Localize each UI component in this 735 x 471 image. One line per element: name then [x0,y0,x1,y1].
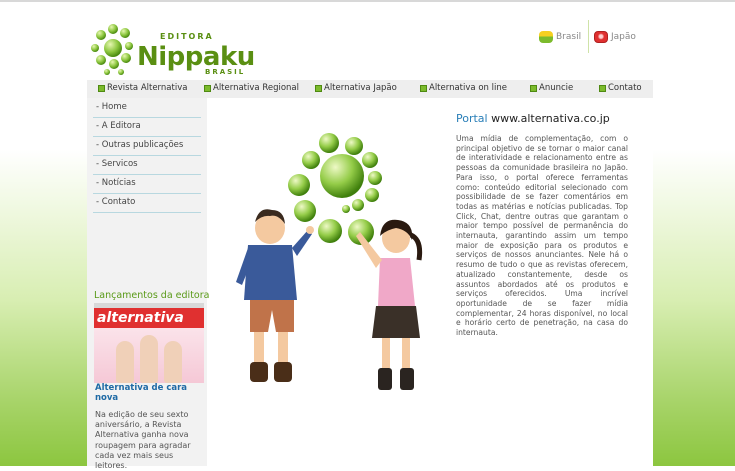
logo-top-text: EDITORA [160,32,214,41]
language-japao-label: Japão [611,32,636,42]
nav-item-label: Contato [608,83,642,93]
japan-flag-icon [594,31,608,43]
page-title: Portal www.alternativa.co.jp [456,112,628,125]
sidebar-item-home[interactable]: - Home [93,100,201,118]
nav-item-revista-alternativa[interactable]: Revista Alternativa [98,83,187,93]
page-title-site: www.alternativa.co.jp [491,112,610,125]
sidebar: - Home - A Editora - Outras publicações … [87,98,210,470]
logo-bottom-text: BRASIL [205,68,246,76]
cover-person [140,335,158,383]
site-logo[interactable]: EDITORA Nippaku BRASIL [87,16,255,78]
page-container: EDITORA Nippaku BRASIL Brasil Japão Revi… [87,2,653,470]
page-title-prefix: Portal [456,112,488,125]
nav-item-label: Alternativa Regional [213,83,299,93]
nav-item-label: Revista Alternativa [107,83,188,93]
cover-person [116,341,134,383]
magazine-caption-link[interactable]: Alternativa de cara nova [95,383,203,403]
nav-bullet-icon [315,84,322,92]
magazine-description: Na edição de seu sexto aniversário, a Re… [95,410,191,471]
main-description: Uma mídia de complementação, com o princ… [456,134,628,338]
kids-bubbles-illustration [236,133,423,390]
logo-bubbles-icon [91,24,133,75]
nav-item-alternativa-japao[interactable]: Alternativa Japão [315,83,397,93]
sidebar-item-outras-publicacoes[interactable]: - Outras publicações [93,138,201,156]
nav-bullet-icon [98,84,105,92]
brazil-flag-icon [539,31,553,43]
main-content: Portal www.alternativa.co.jp Uma mídia d… [456,112,628,338]
nav-bullet-icon [420,84,427,92]
nav-item-label: Alternativa on line [429,83,507,93]
language-divider [588,20,589,53]
nav-bullet-icon [530,84,537,92]
sidebar-item-noticias[interactable]: - Notícias [93,176,201,194]
nav-item-label: Anuncie [539,83,574,93]
sidebar-menu: - Home - A Editora - Outras publicações … [93,100,201,214]
magazine-cover-title: alternativa [94,308,204,328]
sidebar-item-contato[interactable]: - Contato [93,195,201,213]
magazine-cover-image[interactable]: alternativa [94,303,204,383]
language-brasil-label: Brasil [556,32,582,42]
nav-bullet-icon [599,84,606,92]
nav-item-alternativa-online[interactable]: Alternativa on line [420,83,507,93]
hero-illustration [212,110,444,410]
nav-item-anuncie[interactable]: Anuncie [530,83,573,93]
sidebar-item-a-editora[interactable]: - A Editora [93,119,201,137]
nav-item-alternativa-regional[interactable]: Alternativa Regional [204,83,299,93]
sidebar-item-servicos[interactable]: - Servicos [93,157,201,175]
cover-person [164,341,182,383]
launches-heading: Lançamentos da editora [94,290,210,301]
nav-item-label: Alternativa Japão [324,83,397,93]
magazine-cover-photo [94,328,204,383]
language-brasil[interactable]: Brasil [539,29,581,45]
nav-item-contato[interactable]: Contato [599,83,642,93]
main-nav: Revista Alternativa Alternativa Regional… [87,80,653,98]
language-japao[interactable]: Japão [594,29,636,45]
nav-bullet-icon [204,84,211,92]
